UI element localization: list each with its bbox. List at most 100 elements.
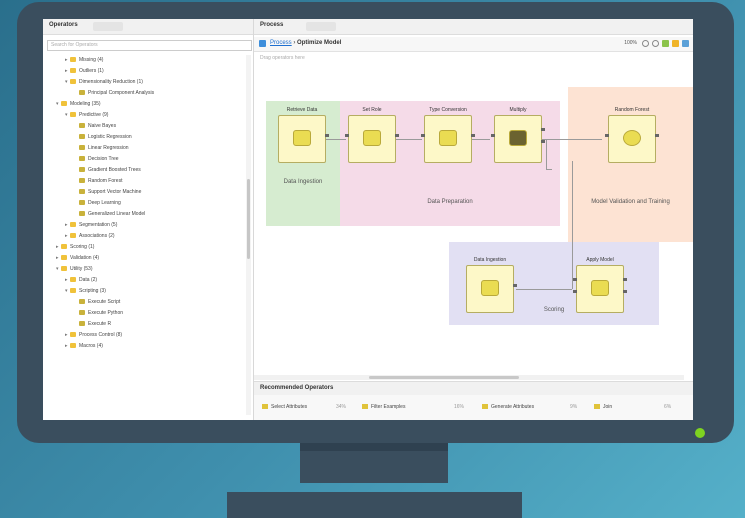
output-port[interactable] <box>655 134 659 137</box>
operator-set-role[interactable]: Set Role <box>345 107 399 163</box>
lightbulb-icon[interactable] <box>672 40 679 47</box>
operator-apply-model[interactable]: Apply Model <box>573 257 627 313</box>
tree-operator[interactable]: Generalized Linear Model <box>43 209 243 220</box>
operators-scrollbar-thumb[interactable] <box>247 179 250 259</box>
operators-tab-extra[interactable] <box>93 22 123 31</box>
output-port[interactable] <box>541 128 545 131</box>
tree-folder[interactable]: ▸ Validation (4) <box>43 253 243 264</box>
output-port[interactable] <box>395 134 399 137</box>
lightbulb-icon <box>623 130 641 146</box>
gear-icon[interactable] <box>682 40 689 47</box>
zoom-in-icon[interactable] <box>642 40 649 47</box>
output-port[interactable] <box>541 140 545 143</box>
recommended-item[interactable]: Filter Examples <box>362 404 405 410</box>
tree-item-label: Segmentation (5) <box>79 222 118 228</box>
connection[interactable] <box>324 139 346 140</box>
tree-operator[interactable]: Execute Script <box>43 297 243 308</box>
tree-folder[interactable]: ▸ Data (2) <box>43 275 243 286</box>
tree-item-label: Execute Script <box>88 299 121 305</box>
process-tabstrip: Process <box>254 19 693 35</box>
tree-folder[interactable]: ▾ Predictive (9) <box>43 110 243 121</box>
tree-folder[interactable]: ▾ Dimensionality Reduction (1) <box>43 77 243 88</box>
tree-folder[interactable]: ▸ Segmentation (5) <box>43 220 243 231</box>
connection[interactable] <box>394 139 422 140</box>
output-port[interactable] <box>325 134 329 137</box>
operator-icon <box>79 189 85 195</box>
operator-icon <box>79 211 85 217</box>
connection[interactable] <box>538 139 602 140</box>
tree-operator[interactable]: Linear Regression <box>43 143 243 154</box>
process-toolbar: Process › Optimize Model 100% <box>254 37 693 52</box>
tree-item-label: Deep Learning <box>88 200 121 206</box>
folder-icon <box>70 222 76 228</box>
tree-item-label: Scoring (1) <box>70 244 95 250</box>
canvas-scrollbar-thumb[interactable] <box>369 376 519 379</box>
tree-folder[interactable]: ▾ Utility (53) <box>43 264 243 275</box>
output-port[interactable] <box>471 134 475 137</box>
tree-operator[interactable]: Logistic Regression <box>43 132 243 143</box>
tree-operator[interactable]: Decision Tree <box>43 154 243 165</box>
connection[interactable] <box>470 139 490 140</box>
output-port[interactable] <box>623 278 627 281</box>
breadcrumb-current[interactable]: Optimize Model <box>297 40 341 46</box>
input-port[interactable] <box>605 134 609 137</box>
tree-folder[interactable]: ▸ Macros (4) <box>43 341 243 352</box>
operators-panel-title[interactable]: Operators <box>49 22 78 28</box>
recommended-operators-header: Recommended Operators <box>254 381 693 395</box>
input-port[interactable] <box>491 134 495 137</box>
recommended-item[interactable]: Generate Attributes <box>482 404 534 410</box>
layout-icon[interactable] <box>662 40 669 47</box>
tree-folder[interactable]: ▾ Modeling (35) <box>43 99 243 110</box>
recommended-operators-title[interactable]: Recommended Operators <box>260 385 333 391</box>
zoom-out-icon[interactable] <box>652 40 659 47</box>
process-home-icon[interactable] <box>259 40 266 47</box>
operators-search-input[interactable]: Search for Operators <box>47 40 252 51</box>
operator-icon <box>79 178 85 184</box>
operator-data-ingestion[interactable]: Data Ingestion <box>466 257 517 313</box>
tree-operator[interactable]: Naive Bayes <box>43 121 243 132</box>
tree-item-label: Naive Bayes <box>88 123 117 129</box>
tree-operator[interactable]: Execute Python <box>43 308 243 319</box>
output-port[interactable] <box>513 284 517 287</box>
tree-folder[interactable]: ▸ Scoring (1) <box>43 242 243 253</box>
input-port[interactable] <box>345 134 349 137</box>
input-port[interactable] <box>421 134 425 137</box>
output-port[interactable] <box>623 290 627 293</box>
operators-panel: Operators Search for Operators ▸ Missing … <box>43 19 254 420</box>
tree-operator[interactable]: Deep Learning <box>43 198 243 209</box>
tree-folder[interactable]: ▸ Associations (2) <box>43 231 243 242</box>
connection[interactable] <box>516 289 572 290</box>
tree-operator[interactable]: Execute R <box>43 319 243 330</box>
operator-random-forest[interactable]: Random Forest <box>605 107 659 163</box>
tree-folder[interactable]: ▸ Missing (4) <box>43 55 243 66</box>
connection[interactable] <box>572 161 573 289</box>
input-port[interactable] <box>573 290 577 293</box>
tree-item-label: Execute Python <box>88 310 124 316</box>
tree-operator[interactable]: Random Forest <box>43 176 243 187</box>
folder-icon <box>70 277 76 283</box>
folder-icon <box>70 343 76 349</box>
tree-folder[interactable]: ▸ Process Control (8) <box>43 330 243 341</box>
process-tab-extra[interactable] <box>306 22 336 31</box>
operator-multiply[interactable]: Multiply <box>491 107 545 163</box>
tree-operator[interactable]: Gradient Boosted Trees <box>43 165 243 176</box>
process-panel-title[interactable]: Process <box>260 22 283 28</box>
tree-item-label: Predictive (9) <box>79 112 109 118</box>
tree-folder[interactable]: ▾ Scripting (3) <box>43 286 243 297</box>
connection[interactable] <box>546 139 547 169</box>
operator-type-conversion[interactable]: Type Conversion <box>421 107 475 163</box>
tree-folder[interactable]: ▸ Outliers (1) <box>43 66 243 77</box>
folder-icon <box>61 244 67 250</box>
recommended-item[interactable]: Join <box>594 404 612 410</box>
connection[interactable] <box>546 169 552 170</box>
breadcrumb-root[interactable]: Process <box>270 40 292 46</box>
operator-title: Type Conversion <box>429 107 467 113</box>
process-canvas[interactable]: Data Ingestion Data Preparation Model Va… <box>254 69 693 379</box>
tree-operator[interactable]: Principal Component Analysis <box>43 88 243 99</box>
input-port[interactable] <box>573 278 577 281</box>
tree-item-label: Gradient Boosted Trees <box>88 167 141 173</box>
recommended-item-pct: 34% <box>336 404 347 410</box>
operator-retrieve-data[interactable]: Retrieve Data <box>278 107 329 163</box>
recommended-item[interactable]: Select Attributes <box>262 404 307 410</box>
tree-operator[interactable]: Support Vector Machine <box>43 187 243 198</box>
